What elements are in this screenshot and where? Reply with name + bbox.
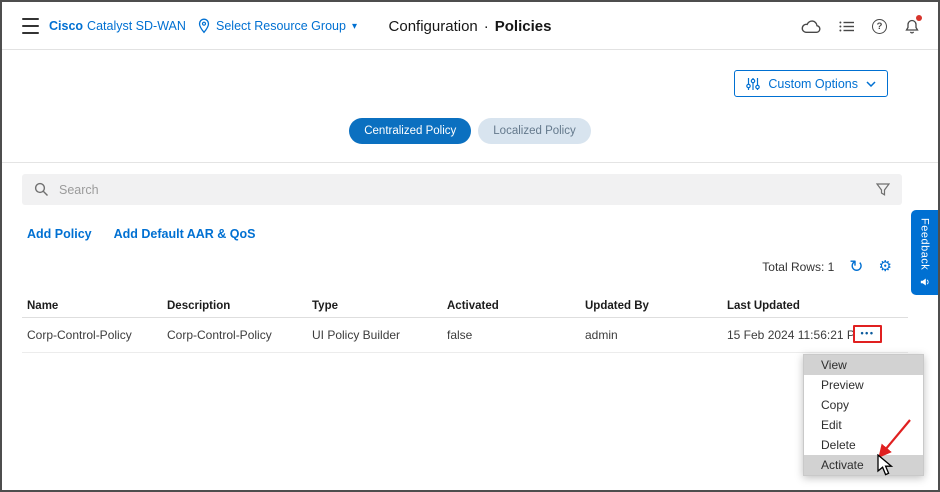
policy-tabs: Centralized Policy Localized Policy [2, 118, 938, 144]
add-policy-link[interactable]: Add Policy [27, 227, 92, 241]
table-settings-gear-icon[interactable]: ⚙ [879, 259, 892, 274]
page-title-section: Configuration [389, 18, 478, 35]
column-header-activated: Activated [447, 295, 499, 317]
resource-group-label: Select Resource Group [216, 19, 346, 33]
custom-options-label: Custom Options [768, 77, 858, 91]
brand-cisco: Cisco [49, 19, 83, 33]
filter-funnel-icon[interactable] [876, 183, 890, 196]
notifications-bell-icon[interactable] [904, 18, 920, 35]
page-title: Configuration · Policies [389, 2, 552, 50]
action-links: Add Policy Add Default AAR & QoS [27, 227, 256, 241]
tab-centralized-policy[interactable]: Centralized Policy [349, 118, 471, 144]
menu-item-activate[interactable]: Activate [804, 455, 923, 475]
location-pin-icon [198, 18, 210, 34]
row-actions-ellipsis-button[interactable]: ••• [853, 325, 882, 343]
megaphone-icon [920, 277, 930, 287]
help-glyph: ? [872, 19, 887, 34]
column-header-type: Type [312, 295, 338, 317]
help-icon[interactable]: ? [872, 19, 887, 34]
app-window: Cisco Catalyst SD-WAN Select Resource Gr… [0, 0, 940, 492]
cell-description: Corp-Control-Policy [167, 318, 272, 352]
column-header-last-updated: Last Updated [727, 295, 800, 317]
table-row-divider [22, 352, 908, 353]
column-header-description: Description [167, 295, 230, 317]
hamburger-menu-icon[interactable] [22, 18, 40, 34]
menu-item-copy[interactable]: Copy [804, 395, 923, 415]
cell-name: Corp-Control-Policy [27, 318, 132, 352]
top-bar-icons: ? [801, 2, 920, 50]
notification-badge [916, 15, 922, 21]
feedback-tab[interactable]: Feedback [911, 210, 938, 295]
row-actions-context-menu: View Preview Copy Edit Delete Activate [803, 354, 924, 476]
refresh-icon[interactable]: ↻ [849, 258, 863, 275]
cell-last-updated: 15 Feb 2024 11:56:21 PM. [727, 318, 868, 352]
menu-item-view[interactable]: View [804, 355, 923, 375]
resource-group-selector[interactable]: Select Resource Group ▾ [198, 2, 357, 50]
column-header-name: Name [27, 295, 58, 317]
brand: Cisco Catalyst SD-WAN [49, 2, 186, 50]
page-title-page: Policies [495, 18, 552, 35]
page-title-separator: · [484, 18, 489, 35]
brand-product: Catalyst SD-WAN [87, 19, 186, 33]
table-row: Corp-Control-Policy Corp-Control-Policy … [2, 318, 938, 352]
cloud-icon[interactable] [801, 19, 822, 34]
menu-item-edit[interactable]: Edit [804, 415, 923, 435]
feedback-label: Feedback [919, 218, 931, 270]
menu-item-preview[interactable]: Preview [804, 375, 923, 395]
cell-type: UI Policy Builder [312, 318, 400, 352]
search-bar [22, 174, 902, 205]
menu-item-delete[interactable]: Delete [804, 435, 923, 455]
cell-activated: false [447, 318, 472, 352]
table-meta: Total Rows: 1 ↻ ⚙ [762, 258, 892, 275]
chevron-down-icon [866, 81, 876, 87]
search-icon [34, 182, 49, 197]
column-header-updated-by: Updated By [585, 295, 649, 317]
table-header-row: Name Description Type Activated Updated … [2, 295, 938, 317]
search-input[interactable] [59, 183, 866, 197]
add-default-aar-qos-link[interactable]: Add Default AAR & QoS [114, 227, 256, 241]
tab-localized-policy[interactable]: Localized Policy [478, 118, 590, 144]
sliders-icon [746, 77, 760, 91]
top-bar: Cisco Catalyst SD-WAN Select Resource Gr… [2, 2, 938, 50]
section-divider [2, 162, 938, 163]
task-list-icon[interactable] [839, 20, 855, 33]
caret-down-icon: ▾ [352, 21, 357, 32]
cell-updated-by: admin [585, 318, 618, 352]
custom-options-button[interactable]: Custom Options [734, 70, 888, 97]
total-rows-label: Total Rows: 1 [762, 260, 834, 274]
